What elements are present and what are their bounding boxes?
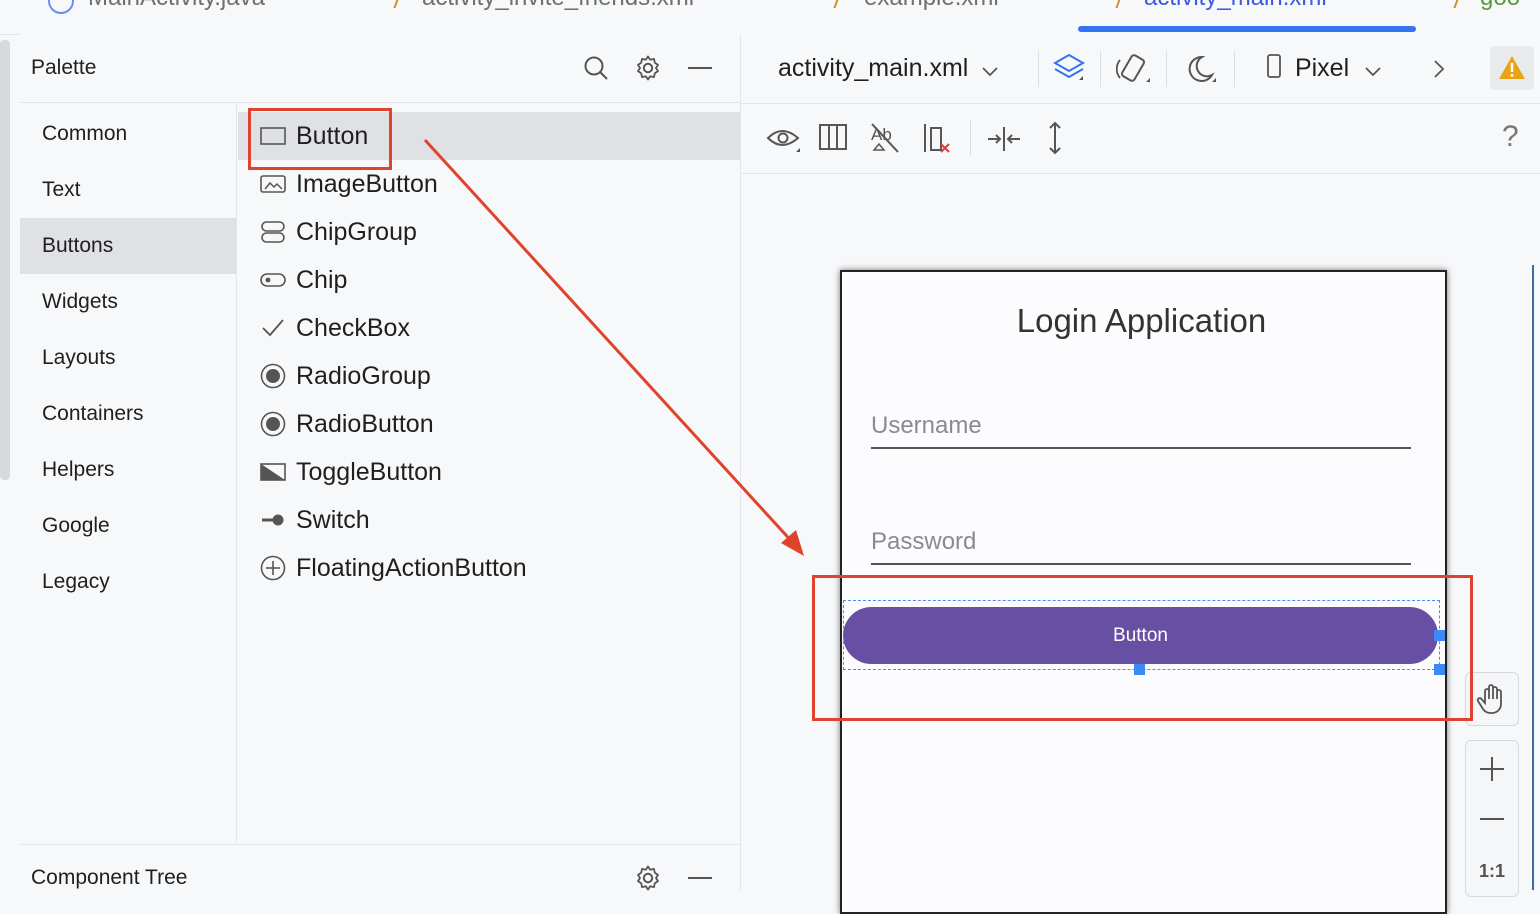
annotation-arrow <box>423 138 804 556</box>
